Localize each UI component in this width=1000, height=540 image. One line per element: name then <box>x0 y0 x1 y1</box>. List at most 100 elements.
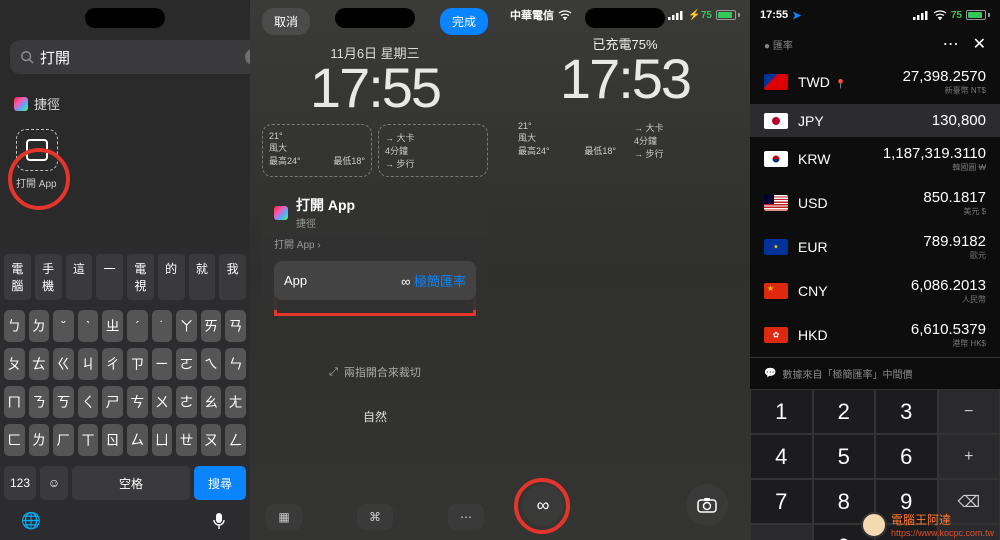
globe-icon[interactable]: 🌐 <box>20 510 42 532</box>
suggestion[interactable]: 電視 <box>127 254 154 300</box>
suggestion[interactable]: 電腦 <box>4 254 31 300</box>
mic-icon[interactable] <box>208 510 230 532</box>
key[interactable]: ㄊ <box>29 348 50 380</box>
suggestion[interactable]: 這 <box>66 254 93 300</box>
currency-row-cny[interactable]: CNY6,086.2013人民幣 <box>750 269 1000 313</box>
key[interactable]: ㄍ <box>53 348 74 380</box>
key[interactable]: ㄔ <box>102 348 123 380</box>
key[interactable]: ㄓ <box>102 310 123 342</box>
currency-code: CNY <box>798 283 828 299</box>
key[interactable]: ㄚ <box>176 310 197 342</box>
search-key[interactable]: 搜尋 <box>194 466 246 500</box>
battery-icon <box>966 10 990 20</box>
currency-row-twd[interactable]: TWD 📍27,398.2570新臺幣 NT$ <box>750 60 1000 104</box>
key[interactable]: ㄗ <box>127 348 148 380</box>
tab-rates[interactable]: ● 匯率 <box>764 37 793 52</box>
key[interactable]: ㄏ <box>53 424 74 456</box>
open-app-shortcut[interactable]: 打開 App <box>0 119 250 200</box>
key[interactable]: ㄜ <box>176 386 197 418</box>
key[interactable]: ˙ <box>152 310 173 342</box>
currency-row-usd[interactable]: USD850.1817美元 $ <box>750 181 1000 225</box>
suggestion[interactable]: 手機 <box>35 254 62 300</box>
key[interactable]: ㄈ <box>4 424 25 456</box>
search-input[interactable] <box>40 49 239 66</box>
numpad-key[interactable]: 2 <box>813 389 876 434</box>
key[interactable]: ㄨ <box>152 386 173 418</box>
key[interactable]: ㄋ <box>29 386 50 418</box>
numpad-key[interactable]: 3 <box>875 389 938 434</box>
notch <box>85 8 165 28</box>
key[interactable]: ㄆ <box>4 348 25 380</box>
search-field[interactable]: ✕ <box>10 40 250 74</box>
numpad-key[interactable]: 6 <box>875 434 938 479</box>
currency-row-krw[interactable]: KRW1,187,319.3110韓國圓 ₩ <box>750 137 1000 181</box>
infinity-icon: ∞ <box>537 495 550 516</box>
key[interactable]: ㄛ <box>176 348 197 380</box>
shortcut-button[interactable]: ⌘ <box>357 504 393 530</box>
key[interactable]: ㄤ <box>225 386 246 418</box>
key[interactable]: ㄥ <box>225 424 246 456</box>
emoji-key[interactable]: ☺ <box>40 466 68 500</box>
key[interactable]: ㄑ <box>78 386 99 418</box>
numpad-key[interactable]: 1 <box>750 389 813 434</box>
numpad-key[interactable]: − <box>938 389 1000 434</box>
suggestion[interactable]: 的 <box>158 254 185 300</box>
photos-button[interactable]: ▦ <box>266 504 302 530</box>
numpad-key[interactable]: 7 <box>750 479 813 524</box>
key[interactable]: ㄟ <box>201 348 222 380</box>
numpad-key[interactable]: 4 <box>750 434 813 479</box>
space-key[interactable]: 空格 <box>72 466 190 500</box>
key[interactable]: ㄐ <box>78 348 99 380</box>
shortcut-button[interactable]: ∞ <box>522 484 564 526</box>
dest: → 大卡 <box>634 121 732 134</box>
key[interactable]: ㄢ <box>225 310 246 342</box>
commute-widget[interactable]: → 大卡 4分鐘 → 步行 <box>378 124 488 177</box>
key[interactable]: ㄇ <box>4 386 25 418</box>
suggestion[interactable]: 就 <box>189 254 216 300</box>
key[interactable]: ㄕ <box>102 386 123 418</box>
key[interactable]: ˋ <box>78 310 99 342</box>
commute-widget[interactable]: → 大卡 4分鐘 → 步行 <box>628 115 738 166</box>
app-picker-row[interactable]: App ∞ 極簡匯率 <box>274 261 476 300</box>
key[interactable]: ㄌ <box>29 424 50 456</box>
numpad-key[interactable]: C <box>750 524 813 540</box>
currency-row-hkd[interactable]: HKD6,610.5379港幣 HK$ <box>750 313 1000 357</box>
currency-row-jpy[interactable]: JPY130,800 <box>750 104 1000 137</box>
key[interactable]: ㄎ <box>53 386 74 418</box>
suggestion[interactable]: 一 <box>96 254 123 300</box>
key[interactable]: ˊ <box>127 310 148 342</box>
key[interactable]: ㄉ <box>29 310 50 342</box>
numpad-key[interactable]: + <box>938 434 1000 479</box>
key[interactable]: ㄙ <box>127 424 148 456</box>
screenshot-lockscreen-editor: 取消 完成 11月6日 星期三 17:55 21° 風大 最高24°最低18° … <box>250 0 500 540</box>
suggestion[interactable]: 我 <box>219 254 246 300</box>
key[interactable]: ㄞ <box>201 310 222 342</box>
key[interactable]: ㄣ <box>225 348 246 380</box>
numpad-key[interactable]: 5 <box>813 434 876 479</box>
key-123[interactable]: 123 <box>4 466 36 500</box>
weather-widget[interactable]: 21° 風大 最高24°最低18° <box>262 124 372 177</box>
key-grid: ㄅㄉˇˋㄓˊ˙ㄚㄞㄢㄆㄊㄍㄐㄔㄗㄧㄛㄟㄣㄇㄋㄎㄑㄕㄘㄨㄜㄠㄤㄈㄌㄏㄒㄖㄙㄩㄝㄡㄥ <box>0 306 250 466</box>
more-button[interactable]: ⋯ <box>943 34 959 54</box>
camera-button[interactable] <box>686 484 728 526</box>
key[interactable]: ㄖ <box>102 424 123 456</box>
key[interactable]: ㄅ <box>4 310 25 342</box>
key[interactable]: ㄧ <box>152 348 173 380</box>
lockscreen-time[interactable]: 17:55 <box>250 60 500 116</box>
currency-row-eur[interactable]: EUR789.9182歐元 <box>750 225 1000 269</box>
key[interactable]: ㄝ <box>176 424 197 456</box>
done-button[interactable]: 完成 <box>440 8 488 35</box>
key[interactable]: ㄘ <box>127 386 148 418</box>
key[interactable]: ˇ <box>53 310 74 342</box>
key[interactable]: ㄒ <box>78 424 99 456</box>
key[interactable]: ㄠ <box>201 386 222 418</box>
cancel-button[interactable]: 取消 <box>262 8 310 35</box>
key[interactable]: ㄩ <box>152 424 173 456</box>
currency-sub: 韓國圓 ₩ <box>883 162 986 173</box>
currency-sub: 美元 $ <box>923 206 986 217</box>
key[interactable]: ㄡ <box>201 424 222 456</box>
more-button[interactable]: ⋯ <box>448 504 484 530</box>
close-button[interactable]: ✕ <box>973 34 986 54</box>
weather-widget[interactable]: 21° 風大 最高24°最低18° <box>512 115 622 166</box>
widget-row[interactable]: 21° 風大 最高24°最低18° → 大卡 4分鐘 → 步行 <box>262 124 488 177</box>
